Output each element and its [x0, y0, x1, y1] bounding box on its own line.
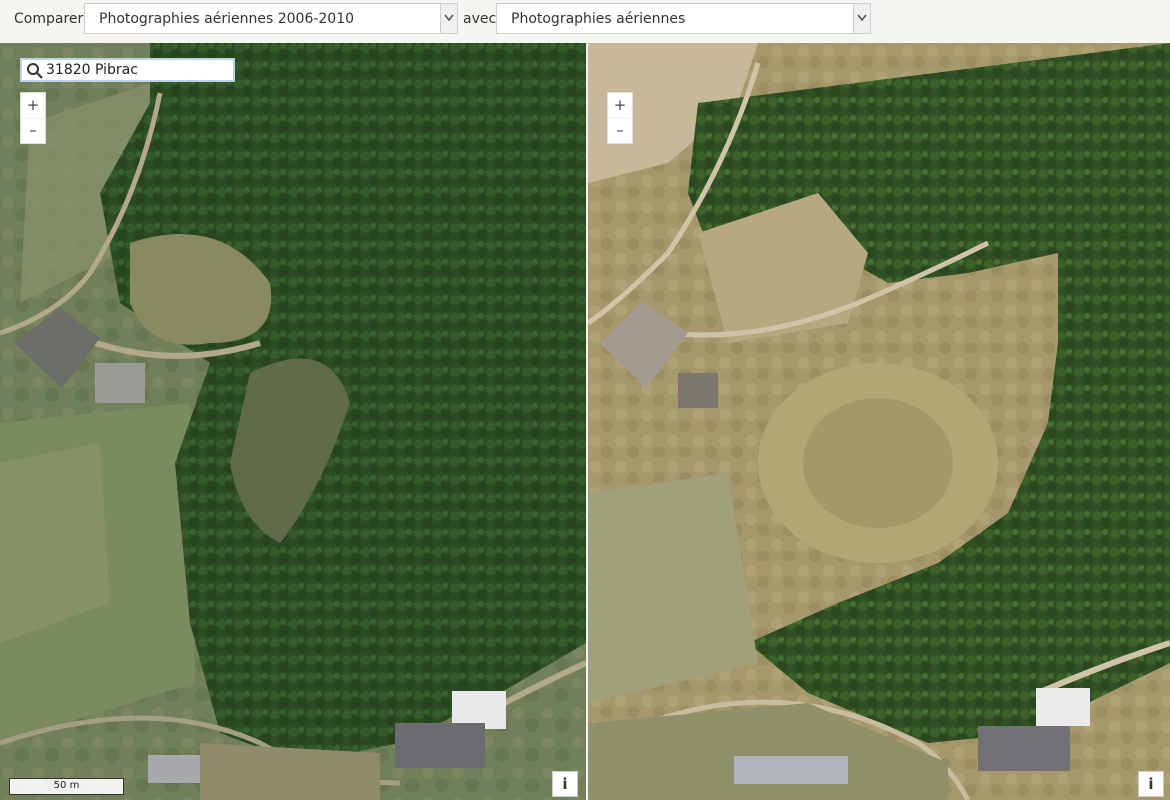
compare-toolbar: Comparer Photographies aériennes 2006-20… [0, 0, 1170, 43]
compare-label: Comparer [14, 11, 84, 27]
right-aerial-map[interactable] [588, 43, 1170, 800]
left-layer-select-value: Photographies aériennes 2006-2010 [99, 11, 355, 27]
search-icon[interactable] [26, 62, 44, 80]
address-search[interactable]: 31820 Pibrac [20, 58, 235, 82]
scale-bar: 50 m [9, 778, 124, 795]
search-input[interactable]: 31820 Pibrac [46, 62, 138, 78]
left-info-button[interactable]: i [552, 771, 578, 797]
zoom-in-button[interactable]: + [608, 93, 632, 119]
right-zoom-control: + – [607, 92, 633, 144]
scale-bar-label: 50 m [53, 780, 80, 791]
zoom-out-button[interactable]: – [21, 118, 45, 143]
right-layer-select-value: Photographies aériennes [511, 11, 686, 27]
chevron-down-icon[interactable] [440, 4, 457, 33]
zoom-out-button[interactable]: – [608, 118, 632, 143]
left-layer-select[interactable]: Photographies aériennes 2006-2010 [84, 3, 458, 34]
left-aerial-map[interactable] [0, 43, 586, 800]
zoom-in-button[interactable]: + [21, 93, 45, 119]
left-zoom-control: + – [20, 92, 46, 144]
with-label: avec [463, 11, 497, 27]
chevron-down-icon[interactable] [853, 4, 870, 33]
right-info-button[interactable]: i [1138, 771, 1164, 797]
right-layer-select[interactable]: Photographies aériennes [496, 3, 871, 34]
